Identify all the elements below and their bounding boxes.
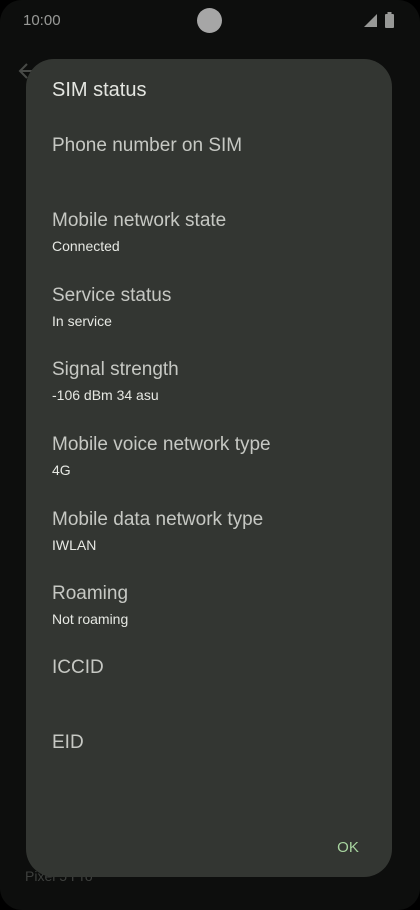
row-label: Phone number on SIM bbox=[52, 135, 243, 156]
sim-info-row: Mobile data network type IWLAN bbox=[52, 508, 372, 554]
sim-info-row: EID bbox=[52, 731, 372, 759]
row-label: Service status bbox=[52, 285, 172, 306]
row-label: Signal strength bbox=[52, 359, 179, 380]
dialog-title: SIM status bbox=[52, 79, 147, 101]
row-value: -106 dBm 34 asu bbox=[52, 387, 159, 403]
sim-status-dialog: SIM status Phone number on SIM Mobile ne… bbox=[26, 59, 392, 877]
sim-info-row: Roaming Not roaming bbox=[52, 582, 372, 628]
row-label: ICCID bbox=[52, 657, 104, 678]
sim-info-row: Mobile network state Connected bbox=[52, 209, 372, 255]
row-label: Roaming bbox=[52, 583, 129, 604]
sim-info-row: Service status In service bbox=[52, 284, 372, 330]
row-label: Mobile voice network type bbox=[52, 434, 271, 455]
row-value: Connected bbox=[52, 238, 120, 254]
row-value: 4G bbox=[52, 462, 71, 478]
phone-screen: 10:00 A I L l I I I I S I S I Pixel 5 Pr… bbox=[0, 0, 420, 910]
row-value: Not roaming bbox=[52, 611, 129, 627]
sim-info-row: Mobile voice network type 4G bbox=[52, 433, 372, 479]
row-value: In service bbox=[52, 313, 112, 329]
sim-info-row: Signal strength -106 dBm 34 asu bbox=[52, 358, 372, 404]
sim-info-row: ICCID bbox=[52, 656, 372, 684]
row-value: IWLAN bbox=[52, 537, 97, 553]
row-label: Mobile network state bbox=[52, 210, 227, 231]
ok-button[interactable]: OK bbox=[326, 831, 370, 863]
row-label: Mobile data network type bbox=[52, 509, 264, 530]
sim-info-row: Phone number on SIM bbox=[52, 134, 372, 162]
row-label: EID bbox=[52, 732, 84, 753]
